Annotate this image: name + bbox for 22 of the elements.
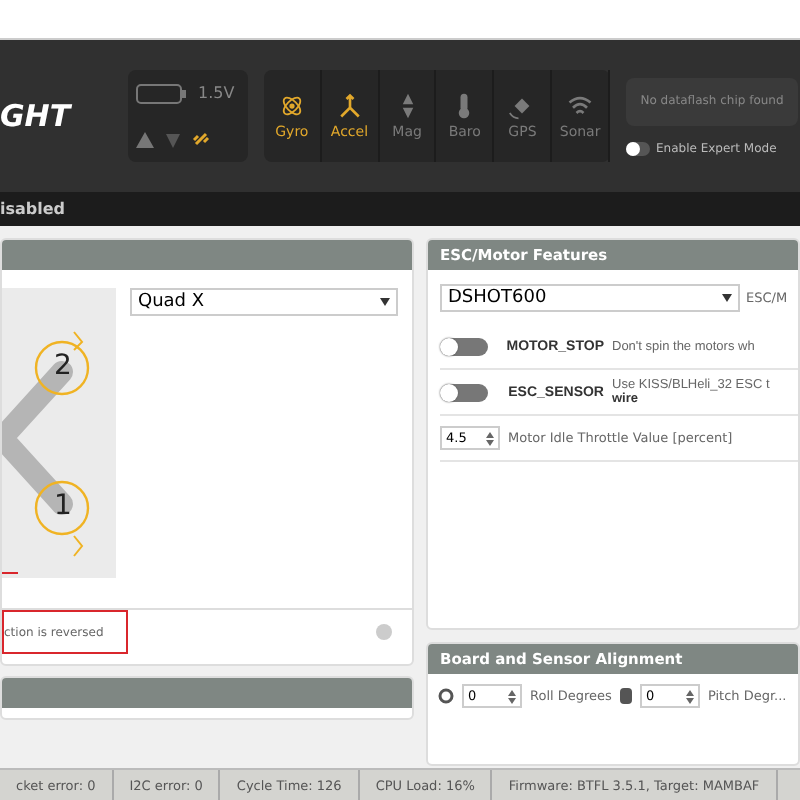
- gyro-sensor-icon: [277, 92, 306, 120]
- accel-sensor-icon: [335, 92, 364, 120]
- warning-icon: [136, 131, 154, 148]
- feature-toggle[interactable]: [440, 337, 488, 355]
- battery-voltage: 1.5V: [198, 84, 235, 103]
- esc-protocol-select[interactable]: DSHOT600: [440, 284, 740, 312]
- pitch-icon: [619, 688, 632, 704]
- motor-number: 2: [54, 350, 72, 382]
- spinner-arrows-icon[interactable]: [508, 689, 516, 703]
- logo-text: GHT: [0, 98, 74, 134]
- arming-status: isabled: [0, 192, 800, 226]
- spinner-arrows-icon[interactable]: [685, 689, 694, 703]
- expert-mode-toggle[interactable]: [626, 141, 650, 155]
- caret-icon: [722, 294, 732, 302]
- sonar-sensor-icon: [566, 92, 595, 120]
- battery-icon: [136, 83, 188, 104]
- roll-icon: [438, 688, 454, 704]
- mixer-select[interactable]: Quad X: [130, 288, 398, 316]
- feature-toggle[interactable]: [440, 383, 488, 401]
- caret-icon: [380, 298, 390, 306]
- spinner-arrows-icon[interactable]: [486, 431, 494, 445]
- motor-number: 1: [54, 490, 72, 522]
